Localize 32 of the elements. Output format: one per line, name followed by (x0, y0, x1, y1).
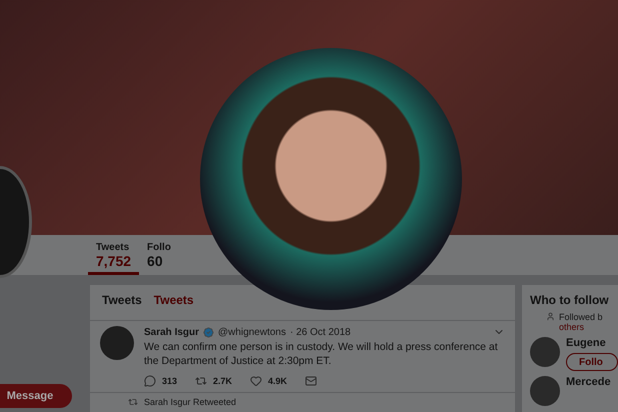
stat-tab[interactable]: Tweets 7,752 (88, 235, 140, 275)
others-link[interactable]: others (559, 322, 603, 332)
stat-value: 60 (147, 253, 164, 269)
followed-by-text: Followed b (559, 312, 603, 322)
user-icon (546, 312, 555, 321)
mail-icon[interactable] (305, 375, 318, 387)
tweet-date: · 26 Oct 2018 (290, 326, 351, 338)
account-name[interactable]: Eugene (566, 337, 618, 349)
retweet-icon (128, 397, 138, 407)
heart-icon[interactable] (250, 375, 262, 387)
timeline-tab[interactable]: Tweets (154, 293, 194, 312)
avatar[interactable] (530, 337, 560, 367)
author-handle[interactable]: @whignewtons (218, 326, 286, 338)
panel-title: Who to follow (530, 293, 610, 307)
reply-icon[interactable] (144, 375, 156, 387)
retweet-count: 2.7K (213, 376, 232, 386)
follow-button[interactable]: Follo (566, 353, 618, 371)
stat-value: 7,752 (96, 253, 132, 269)
tweet-text: We can confirm one person is in custody. We will hold a press conference at the Department of Justice at 2:30pm ET. (144, 340, 499, 368)
message-button[interactable]: Message (0, 384, 72, 408)
retweet-note: Sarah Isgur Retweeted (144, 397, 236, 407)
account-name[interactable]: Mercede (566, 376, 611, 388)
stat-label: Follo (147, 242, 171, 253)
avatar[interactable] (100, 326, 134, 360)
timeline-tab[interactable]: Tweets (102, 293, 142, 312)
reply-count: 313 (162, 376, 178, 386)
retweet-icon[interactable] (195, 375, 208, 387)
stat-label: Tweets (96, 242, 130, 253)
avatar[interactable] (530, 376, 560, 406)
like-count: 4.9K (268, 376, 288, 386)
author-name[interactable]: Sarah Isgur (144, 326, 200, 338)
stat-tab[interactable]: Follo 60 (139, 235, 179, 275)
